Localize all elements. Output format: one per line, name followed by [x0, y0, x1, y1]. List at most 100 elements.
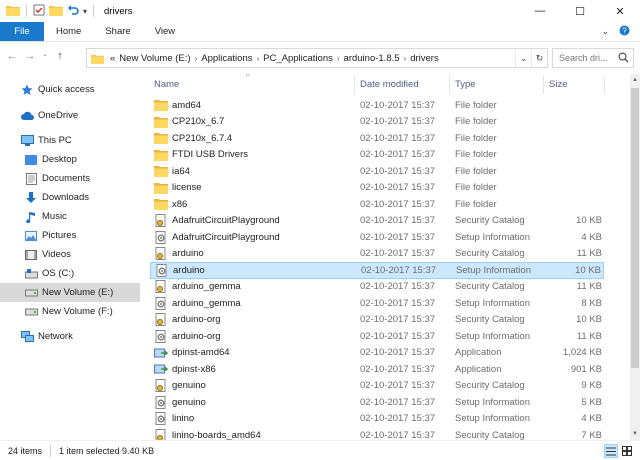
new-folder-icon[interactable] — [49, 4, 63, 18]
table-row[interactable]: ia64 02-10-2017 15:37 File folder — [150, 163, 604, 180]
nav-item-documents[interactable]: Documents — [0, 169, 140, 188]
file-name-cell: dpinst-amd64 — [154, 346, 230, 359]
column-header-size[interactable]: Size — [549, 74, 567, 94]
file-name-cell: arduino_gemma — [154, 280, 241, 294]
breadcrumb-drivers[interactable]: drivers — [410, 53, 439, 64]
table-row[interactable]: genuino 02-10-2017 15:37 Security Catalog 9… — [150, 378, 604, 395]
file-type: Setup Information — [456, 264, 531, 276]
refresh-icon[interactable]: ↻ — [531, 49, 547, 67]
table-row[interactable]: FTDI USB Drivers 02-10-2017 15:37 File fol… — [150, 147, 604, 164]
table-row[interactable]: x86 02-10-2017 15:37 File folder — [150, 196, 604, 213]
nav-item-this-pc[interactable]: This PC — [0, 131, 140, 150]
column-divider[interactable] — [354, 76, 355, 94]
table-row[interactable]: arduino 02-10-2017 15:37 Security Catalog 1… — [150, 246, 604, 263]
table-row[interactable]: dpinst-amd64 02-10-2017 15:37 Application 1… — [150, 345, 604, 362]
forward-arrow-icon[interactable]: → — [22, 50, 38, 62]
details-view-icon[interactable] — [604, 444, 618, 458]
up-arrow-icon[interactable]: ↑ — [52, 50, 68, 62]
table-row[interactable]: dpinst-x86 02-10-2017 15:37 Application 901… — [150, 361, 604, 378]
breadcrumb-volume-e[interactable]: New Volume (E:) — [119, 53, 190, 64]
column-divider[interactable] — [604, 76, 605, 94]
recent-locations-icon[interactable]: ⌄ — [40, 50, 50, 62]
table-row[interactable]: arduino_gemma 02-10-2017 15:37 Security Ca… — [150, 279, 604, 296]
breadcrumb-pc-applications[interactable]: PC_Applications — [263, 53, 333, 64]
breadcrumb-overflow[interactable]: « — [110, 53, 115, 64]
scroll-down-icon[interactable]: ▼ — [630, 428, 640, 440]
table-row[interactable]: AdafruitCircuitPlayground 02-10-2017 15:3… — [150, 213, 604, 230]
table-row[interactable]: amd64 02-10-2017 15:37 File folder — [150, 97, 604, 114]
chevron-down-icon[interactable]: ⌄ — [601, 26, 609, 37]
tab-view[interactable]: View — [143, 22, 187, 41]
column-header-type[interactable]: Type — [455, 74, 476, 94]
security-catalog-icon — [154, 214, 168, 228]
nav-item-quick-access[interactable]: Quick access — [0, 80, 140, 99]
tab-share[interactable]: Share — [93, 22, 142, 41]
chevron-right-icon[interactable]: › — [195, 54, 198, 63]
network-icon — [20, 330, 34, 344]
column-header-name[interactable]: Name — [154, 74, 179, 94]
table-row[interactable]: AdafruitCircuitPlayground 02-10-2017 15:3… — [150, 229, 604, 246]
breadcrumb-applications[interactable]: Applications — [201, 53, 252, 64]
nav-item-music[interactable]: Music — [0, 207, 140, 226]
table-row[interactable]: arduino-org 02-10-2017 15:37 Security Cata… — [150, 312, 604, 329]
column-divider[interactable] — [449, 76, 450, 94]
nav-item-volume-f[interactable]: New Volume (F:) — [0, 302, 140, 321]
column-header-date[interactable]: Date modified — [360, 74, 419, 94]
windows-drive-icon — [24, 267, 38, 281]
table-row[interactable]: license 02-10-2017 15:37 File folder — [150, 180, 604, 197]
status-divider — [50, 444, 52, 457]
address-bar[interactable]: « New Volume (E:) › Applications › PC_Ap… — [86, 48, 548, 68]
help-icon[interactable]: ? — [619, 25, 630, 38]
item-count: 24 items — [8, 445, 43, 456]
table-row[interactable]: arduino_gemma 02-10-2017 15:37 Setup Infor… — [150, 295, 604, 312]
setup-information-icon — [154, 230, 168, 244]
tab-home[interactable]: Home — [44, 22, 93, 41]
table-row[interactable]: linino 02-10-2017 15:37 Setup Information 4… — [150, 411, 604, 428]
nav-item-downloads[interactable]: Downloads — [0, 188, 140, 207]
close-button[interactable]: ✕ — [600, 0, 640, 22]
search-input[interactable]: Search dri... — [552, 48, 634, 68]
nav-item-volume-e[interactable]: New Volume (E:) — [0, 283, 140, 302]
table-row[interactable]: linino-boards_amd64 02-10-2017 15:37 Secur… — [150, 427, 604, 440]
nav-item-network[interactable]: Network — [0, 327, 140, 346]
star-icon — [20, 83, 34, 97]
address-history-icon[interactable]: ⌄ — [515, 49, 531, 67]
tab-file[interactable]: File — [0, 22, 44, 41]
nav-item-onedrive[interactable]: OneDrive — [0, 106, 140, 125]
nav-item-desktop[interactable]: Desktop — [0, 150, 140, 169]
address-bar-actions: ⌄ ↻ — [515, 49, 547, 67]
file-name: arduino — [172, 248, 204, 260]
nav-item-label: Videos — [42, 249, 71, 260]
file-type: File folder — [455, 198, 497, 210]
breadcrumb-arduino[interactable]: arduino-1.8.5 — [344, 53, 400, 64]
chevron-right-icon[interactable]: › — [404, 54, 407, 63]
column-divider[interactable] — [543, 76, 544, 94]
file-name: dpinst-x86 — [172, 363, 216, 375]
table-row[interactable]: CP210x_6.7.4 02-10-2017 15:37 File folder — [150, 130, 604, 147]
vertical-scrollbar[interactable]: ▲ ▼ — [630, 74, 640, 440]
chevron-right-icon[interactable]: › — [337, 54, 340, 63]
table-row[interactable]: genuino 02-10-2017 15:37 Setup Information… — [150, 394, 604, 411]
file-name: arduino — [173, 264, 205, 276]
customize-toolbar-icon[interactable]: ▾ — [83, 7, 87, 16]
table-row[interactable]: arduino 02-10-2017 15:37 Setup Information… — [150, 262, 604, 279]
large-icons-view-icon[interactable] — [620, 444, 634, 458]
search-icon[interactable] — [618, 52, 629, 65]
chevron-right-icon[interactable]: › — [256, 54, 259, 63]
file-name: CP210x_6.7.4 — [172, 132, 233, 144]
table-row[interactable]: CP210x_6.7 02-10-2017 15:37 File folder — [150, 114, 604, 131]
undo-icon[interactable] — [67, 4, 79, 18]
file-size: 10 KB — [575, 264, 601, 276]
properties-check-icon[interactable] — [33, 4, 45, 18]
date-modified: 02-10-2017 15:37 — [361, 264, 437, 276]
nav-item-videos[interactable]: Videos — [0, 245, 140, 264]
back-arrow-icon[interactable]: ← — [4, 50, 20, 62]
nav-item-pictures[interactable]: Pictures — [0, 226, 140, 245]
scroll-up-icon[interactable]: ▲ — [630, 74, 640, 86]
table-row[interactable]: arduino-org 02-10-2017 15:37 Setup Informa… — [150, 328, 604, 345]
nav-item-os-c[interactable]: OS (C:) — [0, 264, 140, 283]
minimize-button[interactable]: — — [520, 0, 560, 22]
maximize-button[interactable]: ☐ — [560, 0, 600, 22]
scrollbar-thumb[interactable] — [631, 88, 639, 368]
ribbon-right-controls: ⌄ ? — [601, 22, 640, 41]
